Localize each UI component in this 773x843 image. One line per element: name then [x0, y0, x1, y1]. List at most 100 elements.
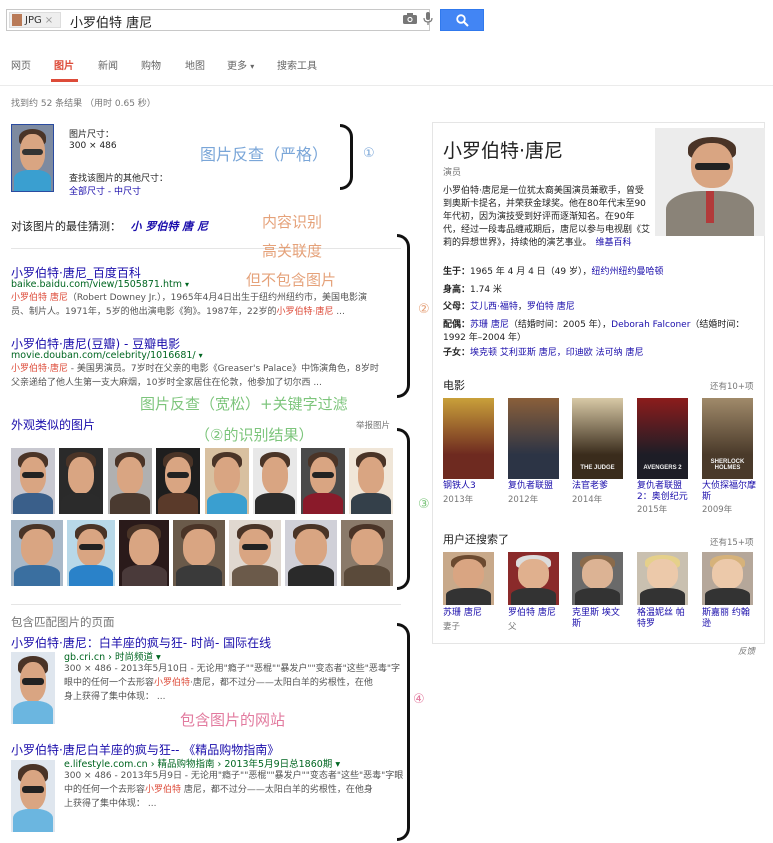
result-snippet: 小罗伯特·唐尼 - 美国男演员。7岁时在父亲的电影《Greaser's Pala… [11, 364, 379, 374]
movies-more-link[interactable]: 还有10+项 [710, 380, 753, 392]
result-url[interactable]: movie.douban.com/celebrity/1016681/ ▾ [11, 350, 203, 361]
similar-image-thumbnail[interactable] [11, 520, 63, 586]
similar-image-thumbnail[interactable] [253, 448, 297, 514]
match-snippet: 中的任何一个去形容小罗伯特 唐尼，都不过分——太阳白羊的劣根性，在他身 [64, 785, 373, 795]
chip-close-icon[interactable]: × [45, 15, 53, 26]
similar-image-thumbnail[interactable] [108, 448, 152, 514]
kp-description: 小罗伯特·唐尼是一位犹太裔美国演员兼歌手，曾受到奥斯卡提名，并荣获金球奖。他在8… [443, 186, 651, 248]
divider [11, 604, 401, 605]
microphone-icon[interactable] [423, 12, 433, 26]
image-size-label: 图片尺寸： [69, 130, 115, 140]
annotation-3-line1: 图片反查（宽松）+关键字过滤 [140, 395, 348, 413]
similar-image-thumbnail[interactable] [285, 520, 337, 586]
annotation-1: 图片反查（严格） [200, 145, 329, 164]
person-photo[interactable] [572, 552, 623, 605]
tab-shopping[interactable]: 购物 [141, 57, 161, 72]
similar-image-thumbnail[interactable] [156, 448, 200, 514]
movie-year: 2012年 [508, 495, 539, 505]
search-button[interactable] [440, 9, 484, 31]
similar-image-thumbnail[interactable] [119, 520, 169, 586]
movie-year: 2013年 [443, 495, 474, 505]
match-url[interactable]: gb.cri.cn › 时尚频道 ▾ [64, 649, 161, 663]
fact-height: 身高：1.74 米 [443, 285, 502, 295]
person-photo[interactable] [637, 552, 688, 605]
person-name[interactable]: 斯嘉丽 约翰逊 [702, 608, 758, 630]
chip-label: JPG [25, 14, 42, 26]
person-name[interactable]: 罗伯特 唐尼 [508, 608, 564, 619]
similar-image-thumbnail[interactable] [349, 448, 393, 514]
movie-poster[interactable]: SHERLOCK HOLMES [702, 398, 753, 479]
similar-image-thumbnail[interactable] [301, 448, 345, 514]
annotation-3-line2: （②的识别结果） [195, 426, 314, 444]
person-photo[interactable] [702, 552, 753, 605]
similar-image-thumbnail[interactable] [205, 448, 249, 514]
person-photo[interactable] [508, 552, 559, 605]
movie-poster[interactable] [443, 398, 494, 479]
person-photo[interactable] [443, 552, 494, 605]
match-url[interactable]: e.lifestyle.com.cn › 精品购物指南 › 2013年5月9日总… [64, 756, 340, 770]
tab-search-tools[interactable]: 搜索工具 [277, 57, 317, 72]
kp-main-photo[interactable] [655, 128, 765, 236]
similar-image-thumbnail[interactable] [67, 520, 115, 586]
other-sizes-label: 查找该图片的其他尺寸： [69, 174, 169, 184]
people-more-link[interactable]: 还有15+项 [710, 536, 753, 548]
similar-image-thumbnail[interactable] [341, 520, 393, 586]
chevron-down-icon: ▾ [250, 62, 255, 71]
query-image-preview[interactable] [11, 124, 54, 192]
similar-image-thumbnail[interactable] [59, 448, 103, 514]
annotation-2-line2: 高关联度 [262, 242, 323, 260]
result-stats: 找到约 52 条结果 （用时 0.65 秒） [11, 99, 156, 109]
similar-image-thumbnail[interactable] [229, 520, 281, 586]
match-snippet: 上获得了集中体现： ... [64, 799, 157, 809]
image-query-chip[interactable]: JPG × [9, 12, 61, 28]
divider [11, 248, 401, 249]
fact-spouse: 配偶：苏珊 唐尼（结婚时间：2005 年），Deborah Falconer（结… [443, 320, 745, 343]
camera-icon[interactable] [403, 13, 417, 24]
movie-poster[interactable]: THE JUDGE [572, 398, 623, 479]
movie-poster[interactable] [508, 398, 559, 479]
tab-news[interactable]: 新闻 [98, 57, 118, 72]
movie-title[interactable]: 复仇者联盟2：奥创纪元 [637, 481, 695, 503]
person-name[interactable]: 克里斯 埃文斯 [572, 608, 628, 630]
person-name[interactable]: 苏珊 唐尼 [443, 608, 499, 619]
annotation-number-1: ① [363, 146, 375, 161]
person-name[interactable]: 格温妮丝 帕特罗 [637, 608, 693, 630]
similar-image-thumbnail[interactable] [173, 520, 225, 586]
best-guess: 对该图片的最佳猜测： 小 罗伯特 唐 尼 [11, 218, 208, 234]
annotation-number-3: ③ [418, 497, 430, 512]
kp-title: 小罗伯特·唐尼 [443, 140, 564, 162]
poster-text: AVENGERS 2 [643, 465, 682, 471]
person-relation: 妻子 [443, 622, 461, 632]
result-url[interactable]: baike.baidu.com/view/1505871.htm ▾ [11, 279, 189, 290]
best-guess-link[interactable]: 小 罗伯特 唐 尼 [131, 220, 209, 233]
match-thumbnail[interactable] [11, 760, 55, 832]
people-heading: 用户还搜索了 [443, 533, 509, 546]
movie-title[interactable]: 法官老爹 [572, 481, 630, 492]
movie-title[interactable]: 大侦探福尔摩斯 [702, 481, 760, 503]
tab-images[interactable]: 图片 [54, 57, 74, 72]
query-image-thumbnail [12, 14, 22, 26]
match-thumbnail[interactable] [11, 652, 55, 724]
match-snippet: 眼中的任何一个去形容小罗伯特·唐尼，都不过分——太阳白羊的劣根性，在他 [64, 678, 373, 688]
similar-images-title[interactable]: 外观类似的图片 [11, 416, 95, 433]
other-sizes-links[interactable]: 全部尺寸 - 中尺寸 [69, 184, 141, 197]
fact-children: 子女：埃克顿 艾利亚斯 唐尼，印迪欧 法可纳 唐尼 [443, 348, 644, 358]
movie-title[interactable]: 复仇者联盟 [508, 481, 566, 492]
tab-maps[interactable]: 地图 [185, 57, 205, 72]
search-input[interactable]: 小罗伯特 唐尼 [70, 12, 152, 31]
brace-1 [340, 124, 353, 190]
similar-image-thumbnail[interactable] [11, 448, 55, 514]
movie-title[interactable]: 钢铁人3 [443, 481, 501, 492]
tab-web[interactable]: 网页 [11, 57, 31, 72]
wiki-link[interactable]: 维基百科 [596, 238, 632, 248]
fact-parents: 父母：艾儿西·福特，罗伯特 唐尼 [443, 302, 575, 312]
movie-year: 2015年 [637, 505, 668, 515]
report-images-link[interactable]: 举报图片 [356, 419, 390, 431]
brace-3 [397, 428, 410, 590]
feedback-link[interactable]: 反馈 [738, 645, 755, 657]
result-snippet: 员、制片人。1971年，5岁的他出演电影《狗》。1987年，22岁的小罗伯特·唐… [11, 307, 345, 317]
movie-poster[interactable]: AVENGERS 2 [637, 398, 688, 479]
movies-heading: 电影 [443, 379, 465, 392]
brace-2 [397, 234, 410, 398]
tab-more[interactable]: 更多 ▾ [227, 57, 254, 72]
